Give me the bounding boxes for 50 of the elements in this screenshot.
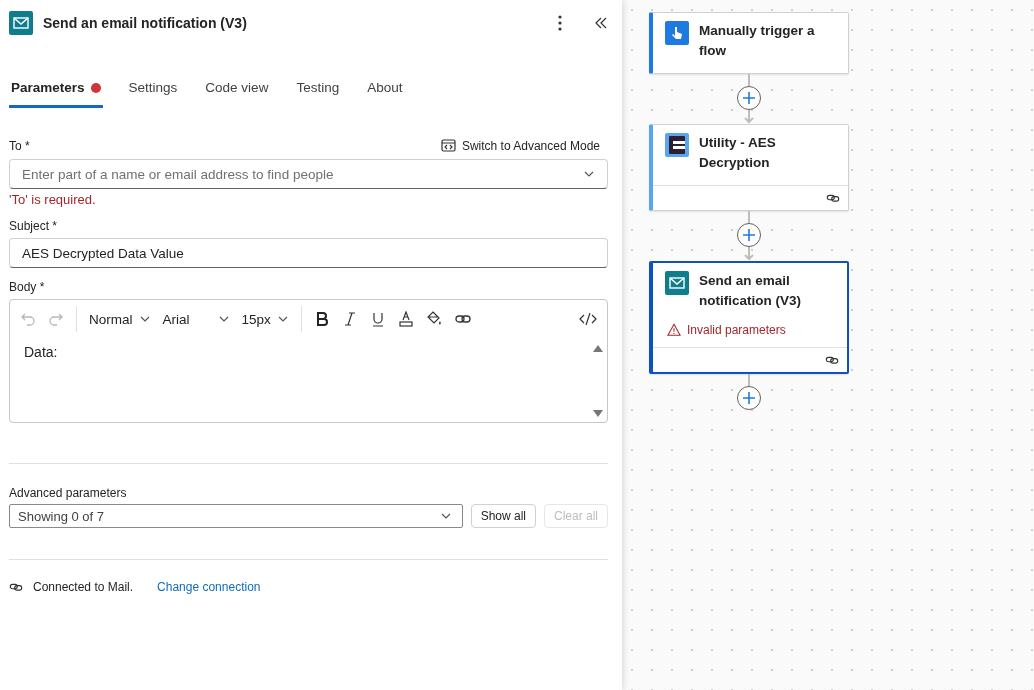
error-message: 'To' is required. (9, 192, 97, 207)
envelope-icon (665, 271, 689, 295)
document-icon (665, 133, 689, 157)
plus-icon (742, 391, 756, 405)
tab[interactable]: Settings (126, 70, 180, 108)
tab[interactable]: Parameters (9, 70, 103, 108)
arrow-icon (744, 110, 754, 124)
plus-icon (742, 228, 756, 242)
field-label: Advanced parameters (9, 486, 128, 500)
arrow-icon (744, 247, 754, 261)
plus-icon (742, 91, 756, 105)
switch-mode-button[interactable]: Switch to Advanced Mode (440, 138, 608, 154)
envelope-icon (9, 11, 33, 35)
field-label: Body * (9, 280, 45, 294)
flow-step-card[interactable]: Send an email notification (V3) Invalid parameters (649, 261, 849, 374)
field-label: Subject * (9, 219, 58, 233)
subject-field[interactable]: AES Decrypted Data Value (9, 238, 608, 268)
warning-icon (667, 323, 681, 337)
size-dropdown[interactable]: 15px (241, 311, 289, 327)
code-window-icon (440, 138, 457, 154)
tab[interactable]: Code view (203, 70, 271, 108)
step-title: Manually trigger a flow (699, 22, 816, 60)
show-all-button[interactable]: Show all (470, 504, 536, 528)
flow-step-card[interactable]: Utility - AES Decryption (649, 124, 849, 211)
to-field[interactable]: Enter part of a name or email address to find people (9, 159, 608, 189)
tab[interactable]: Testing (294, 70, 342, 108)
code-view-button[interactable] (579, 311, 597, 327)
more-options-icon[interactable] (558, 15, 562, 31)
add-step-button[interactable] (737, 386, 761, 410)
change-connection-link[interactable]: Change connection (157, 580, 261, 594)
panel-title: Send an email notification (V3) (43, 15, 248, 31)
step-title: Send an email notification (V3) (699, 272, 802, 310)
error-message: Invalid parameters (687, 323, 786, 337)
style-dropdown[interactable]: Normal (89, 311, 151, 327)
scroll-down-icon[interactable] (593, 410, 603, 418)
font-color-button[interactable] (397, 311, 414, 327)
flow-step-card[interactable]: Manually trigger a flow (649, 12, 849, 74)
field-label: To * (9, 139, 30, 153)
hand-pointer-icon (665, 21, 689, 45)
scroll-up-icon[interactable] (593, 344, 603, 352)
step-title: Utility - AES Decryption (699, 134, 777, 172)
connection-status: Connected to Mail. (33, 580, 134, 594)
body-text[interactable]: Data: (24, 344, 593, 418)
font-dropdown[interactable]: Arial (162, 311, 230, 327)
collapse-icon[interactable] (594, 16, 608, 30)
tab[interactable]: About (365, 70, 405, 108)
advanced-parameters-dropdown[interactable]: Showing 0 of 7 (9, 504, 463, 528)
highlight-button[interactable] (425, 311, 442, 327)
add-step-button[interactable] (737, 223, 761, 247)
add-step-button[interactable] (737, 86, 761, 110)
